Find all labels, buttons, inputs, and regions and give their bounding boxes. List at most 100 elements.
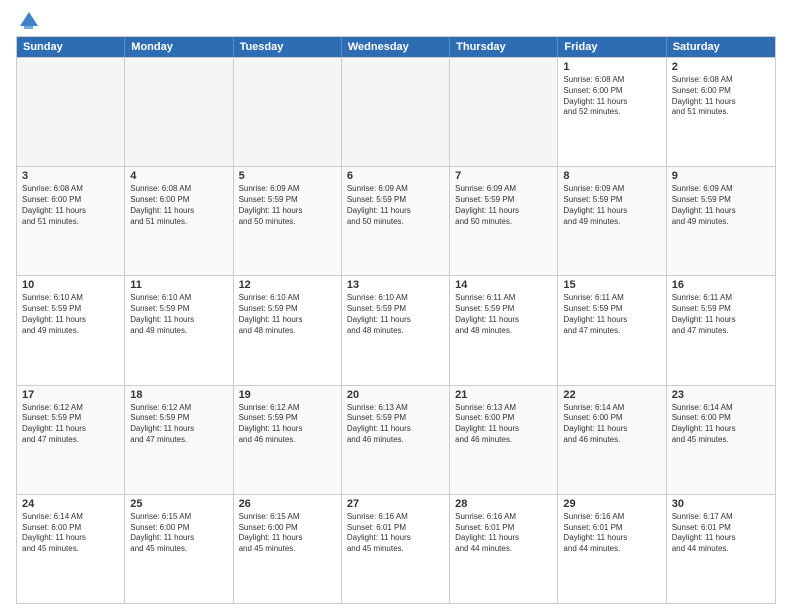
day-number: 1 bbox=[563, 61, 660, 73]
day-number: 15 bbox=[563, 279, 660, 291]
header-day-friday: Friday bbox=[558, 37, 666, 57]
day-number: 13 bbox=[347, 279, 444, 291]
day-cell-13: 13 Sunrise: 6:10 AM Sunset: 5:59 PM Dayli… bbox=[342, 276, 450, 384]
calendar-header: SundayMondayTuesdayWednesdayThursdayFrid… bbox=[17, 37, 775, 57]
day-info: Sunrise: 6:08 AM Sunset: 6:00 PM Dayligh… bbox=[22, 184, 119, 227]
day-info: Sunrise: 6:11 AM Sunset: 5:59 PM Dayligh… bbox=[563, 293, 660, 336]
day-info: Sunrise: 6:10 AM Sunset: 5:59 PM Dayligh… bbox=[347, 293, 444, 336]
day-cell-8: 8 Sunrise: 6:09 AM Sunset: 5:59 PM Daylig… bbox=[558, 167, 666, 275]
day-info: Sunrise: 6:16 AM Sunset: 6:01 PM Dayligh… bbox=[563, 512, 660, 555]
day-cell-1: 1 Sunrise: 6:08 AM Sunset: 6:00 PM Daylig… bbox=[558, 58, 666, 166]
day-cell-20: 20 Sunrise: 6:13 AM Sunset: 5:59 PM Dayli… bbox=[342, 386, 450, 494]
day-number: 3 bbox=[22, 170, 119, 182]
day-info: Sunrise: 6:10 AM Sunset: 5:59 PM Dayligh… bbox=[22, 293, 119, 336]
day-cell-4: 4 Sunrise: 6:08 AM Sunset: 6:00 PM Daylig… bbox=[125, 167, 233, 275]
day-number: 22 bbox=[563, 389, 660, 401]
day-number: 5 bbox=[239, 170, 336, 182]
day-cell-5: 5Sunrise: 6:09 AM Sunset: 5:59 PM Daylig… bbox=[234, 167, 342, 275]
day-cell-24: 24Sunrise: 6:14 AM Sunset: 6:00 PM Dayli… bbox=[17, 495, 125, 603]
day-cell-14: 14 Sunrise: 6:11 AM Sunset: 5:59 PM Dayli… bbox=[450, 276, 558, 384]
day-number: 19 bbox=[239, 389, 336, 401]
day-info: Sunrise: 6:16 AM Sunset: 6:01 PM Dayligh… bbox=[347, 512, 444, 555]
day-number: 26 bbox=[239, 498, 336, 510]
empty-cell bbox=[450, 58, 558, 166]
day-number: 17 bbox=[22, 389, 119, 401]
day-number: 29 bbox=[563, 498, 660, 510]
empty-cell bbox=[125, 58, 233, 166]
day-info: Sunrise: 6:15 AM Sunset: 6:00 PM Dayligh… bbox=[130, 512, 227, 555]
day-number: 8 bbox=[563, 170, 660, 182]
day-cell-19: 19 Sunrise: 6:12 AM Sunset: 5:59 PM Dayli… bbox=[234, 386, 342, 494]
day-cell-27: 27 Sunrise: 6:16 AM Sunset: 6:01 PM Dayli… bbox=[342, 495, 450, 603]
day-info: Sunrise: 6:08 AM Sunset: 6:00 PM Dayligh… bbox=[563, 75, 660, 118]
day-cell-3: 3 Sunrise: 6:08 AM Sunset: 6:00 PM Daylig… bbox=[17, 167, 125, 275]
day-info: Sunrise: 6:10 AM Sunset: 5:59 PM Dayligh… bbox=[239, 293, 336, 336]
day-info: Sunrise: 6:09 AM Sunset: 5:59 PM Dayligh… bbox=[672, 184, 770, 227]
calendar-row-1: 1 Sunrise: 6:08 AM Sunset: 6:00 PM Daylig… bbox=[17, 57, 775, 166]
day-cell-9: 9 Sunrise: 6:09 AM Sunset: 5:59 PM Daylig… bbox=[667, 167, 775, 275]
day-number: 25 bbox=[130, 498, 227, 510]
empty-cell bbox=[342, 58, 450, 166]
day-info: Sunrise: 6:13 AM Sunset: 6:00 PM Dayligh… bbox=[455, 403, 552, 446]
day-cell-10: 10 Sunrise: 6:10 AM Sunset: 5:59 PM Dayli… bbox=[17, 276, 125, 384]
day-cell-11: 11 Sunrise: 6:10 AM Sunset: 5:59 PM Dayli… bbox=[125, 276, 233, 384]
day-number: 7 bbox=[455, 170, 552, 182]
day-cell-30: 30Sunrise: 6:17 AM Sunset: 6:01 PM Dayli… bbox=[667, 495, 775, 603]
calendar-body: 1 Sunrise: 6:08 AM Sunset: 6:00 PM Daylig… bbox=[17, 57, 775, 603]
day-info: Sunrise: 6:10 AM Sunset: 5:59 PM Dayligh… bbox=[130, 293, 227, 336]
calendar-row-4: 17 Sunrise: 6:12 AM Sunset: 5:59 PM Dayli… bbox=[17, 385, 775, 494]
day-cell-7: 7 Sunrise: 6:09 AM Sunset: 5:59 PM Daylig… bbox=[450, 167, 558, 275]
calendar-row-3: 10 Sunrise: 6:10 AM Sunset: 5:59 PM Dayli… bbox=[17, 275, 775, 384]
day-number: 10 bbox=[22, 279, 119, 291]
day-number: 2 bbox=[672, 61, 770, 73]
day-number: 27 bbox=[347, 498, 444, 510]
day-number: 23 bbox=[672, 389, 770, 401]
day-cell-18: 18Sunrise: 6:12 AM Sunset: 5:59 PM Dayli… bbox=[125, 386, 233, 494]
day-number: 6 bbox=[347, 170, 444, 182]
day-number: 16 bbox=[672, 279, 770, 291]
day-info: Sunrise: 6:12 AM Sunset: 5:59 PM Dayligh… bbox=[22, 403, 119, 446]
day-cell-12: 12 Sunrise: 6:10 AM Sunset: 5:59 PM Dayli… bbox=[234, 276, 342, 384]
day-info: Sunrise: 6:08 AM Sunset: 6:00 PM Dayligh… bbox=[130, 184, 227, 227]
day-cell-26: 26 Sunrise: 6:15 AM Sunset: 6:00 PM Dayli… bbox=[234, 495, 342, 603]
day-cell-21: 21 Sunrise: 6:13 AM Sunset: 6:00 PM Dayli… bbox=[450, 386, 558, 494]
day-number: 30 bbox=[672, 498, 770, 510]
day-info: Sunrise: 6:15 AM Sunset: 6:00 PM Dayligh… bbox=[239, 512, 336, 555]
day-info: Sunrise: 6:12 AM Sunset: 5:59 PM Dayligh… bbox=[130, 403, 227, 446]
day-number: 21 bbox=[455, 389, 552, 401]
day-info: Sunrise: 6:14 AM Sunset: 6:00 PM Dayligh… bbox=[563, 403, 660, 446]
day-cell-16: 16 Sunrise: 6:11 AM Sunset: 5:59 PM Dayli… bbox=[667, 276, 775, 384]
header-day-saturday: Saturday bbox=[667, 37, 775, 57]
day-info: Sunrise: 6:11 AM Sunset: 5:59 PM Dayligh… bbox=[455, 293, 552, 336]
day-info: Sunrise: 6:11 AM Sunset: 5:59 PM Dayligh… bbox=[672, 293, 770, 336]
day-cell-23: 23 Sunrise: 6:14 AM Sunset: 6:00 PM Dayli… bbox=[667, 386, 775, 494]
day-number: 28 bbox=[455, 498, 552, 510]
day-info: Sunrise: 6:14 AM Sunset: 6:00 PM Dayligh… bbox=[672, 403, 770, 446]
day-info: Sunrise: 6:12 AM Sunset: 5:59 PM Dayligh… bbox=[239, 403, 336, 446]
day-number: 11 bbox=[130, 279, 227, 291]
day-cell-28: 28 Sunrise: 6:16 AM Sunset: 6:01 PM Dayli… bbox=[450, 495, 558, 603]
day-cell-29: 29 Sunrise: 6:16 AM Sunset: 6:01 PM Dayli… bbox=[558, 495, 666, 603]
header bbox=[16, 12, 776, 28]
page: SundayMondayTuesdayWednesdayThursdayFrid… bbox=[0, 0, 792, 612]
day-cell-22: 22 Sunrise: 6:14 AM Sunset: 6:00 PM Dayli… bbox=[558, 386, 666, 494]
day-info: Sunrise: 6:14 AM Sunset: 6:00 PM Dayligh… bbox=[22, 512, 119, 555]
day-number: 20 bbox=[347, 389, 444, 401]
logo bbox=[16, 12, 40, 28]
day-number: 4 bbox=[130, 170, 227, 182]
logo-icon bbox=[18, 10, 40, 32]
empty-cell bbox=[17, 58, 125, 166]
calendar-row-5: 24Sunrise: 6:14 AM Sunset: 6:00 PM Dayli… bbox=[17, 494, 775, 603]
day-number: 12 bbox=[239, 279, 336, 291]
day-info: Sunrise: 6:16 AM Sunset: 6:01 PM Dayligh… bbox=[455, 512, 552, 555]
header-day-monday: Monday bbox=[125, 37, 233, 57]
day-number: 14 bbox=[455, 279, 552, 291]
header-day-thursday: Thursday bbox=[450, 37, 558, 57]
day-cell-15: 15 Sunrise: 6:11 AM Sunset: 5:59 PM Dayli… bbox=[558, 276, 666, 384]
header-day-tuesday: Tuesday bbox=[234, 37, 342, 57]
day-info: Sunrise: 6:08 AM Sunset: 6:00 PM Dayligh… bbox=[672, 75, 770, 118]
day-info: Sunrise: 6:13 AM Sunset: 5:59 PM Dayligh… bbox=[347, 403, 444, 446]
day-number: 9 bbox=[672, 170, 770, 182]
day-info: Sunrise: 6:09 AM Sunset: 5:59 PM Dayligh… bbox=[455, 184, 552, 227]
day-info: Sunrise: 6:09 AM Sunset: 5:59 PM Dayligh… bbox=[563, 184, 660, 227]
